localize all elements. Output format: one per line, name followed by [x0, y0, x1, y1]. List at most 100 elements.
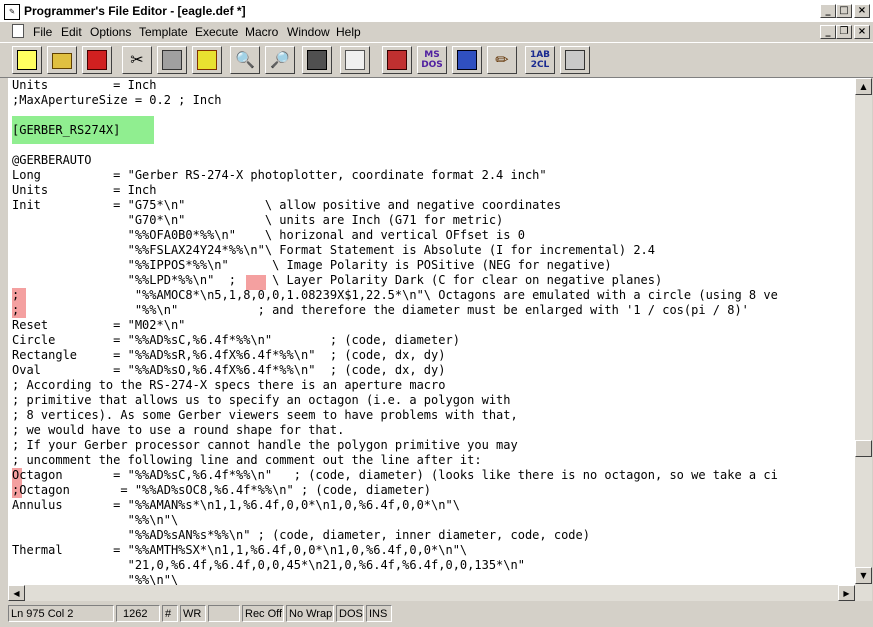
- save-button[interactable]: [82, 46, 112, 74]
- title-bar: ✎ Programmer's File Editor - [eagle.def …: [0, 0, 873, 23]
- code-line[interactable]: Oval = "%%AD%sO,%6.4fX%6.4f*%%\n" ; (cod…: [12, 363, 445, 378]
- code-line[interactable]: [GERBER_RS274X]: [12, 123, 120, 138]
- code-line[interactable]: ; uncomment the following line and comme…: [12, 453, 482, 468]
- status-rec: Rec Off: [242, 605, 284, 622]
- open-button[interactable]: [47, 46, 77, 74]
- code-line[interactable]: Octagon = "%%AD%sC,%6.4f*%%\n" ; (code, …: [12, 468, 778, 483]
- status-position: Ln 975 Col 2: [8, 605, 114, 622]
- scroll-right-icon[interactable]: ▶: [838, 585, 855, 601]
- vertical-scrollbar[interactable]: ▲ ▼: [855, 78, 872, 601]
- doc-close-button[interactable]: ×: [854, 25, 870, 39]
- code-line[interactable]: "%%\n"\: [12, 513, 179, 528]
- code-line[interactable]: "%%LPD*%%\n" ; \ Layer Polarity Dark (C …: [12, 273, 663, 288]
- status-count: 1262: [116, 605, 160, 622]
- maximize-button[interactable]: □: [836, 4, 852, 18]
- find-icon: 🔍: [235, 50, 255, 69]
- macro-record-button[interactable]: [382, 46, 412, 74]
- ms-dos-button[interactable]: MS DOS: [417, 46, 447, 74]
- macro-record-icon: [387, 50, 407, 70]
- status-dos: DOS: [336, 605, 364, 622]
- code-line[interactable]: ; If your Gerber processor cannot handle…: [12, 438, 518, 453]
- code-line[interactable]: "G70*\n" \ units are Inch (G71 for metri…: [12, 213, 504, 228]
- code-line[interactable]: ; we would have to use a round shape for…: [12, 423, 344, 438]
- cut-button[interactable]: ✂: [122, 46, 152, 74]
- ms-dos-icon: MS DOS: [421, 50, 443, 70]
- scroll-left-icon[interactable]: ◀: [8, 585, 25, 601]
- find-button[interactable]: 🔍: [230, 46, 260, 74]
- code-line[interactable]: ;Octagon = "%%AD%sOC8,%6.4f*%%\n" ; (cod…: [12, 483, 431, 498]
- tools-icon: ✏: [495, 50, 509, 69]
- calculator-icon: [457, 50, 477, 70]
- menu-options[interactable]: Options: [90, 25, 131, 39]
- minimize-button[interactable]: _: [820, 4, 836, 18]
- menu-template[interactable]: Template: [139, 25, 188, 39]
- code-line[interactable]: @GERBERAUTO: [12, 153, 91, 168]
- code-line[interactable]: ; primitive that allows us to specify an…: [12, 393, 511, 408]
- code-line[interactable]: "%%\n"\: [12, 573, 179, 585]
- code-line[interactable]: Annulus = "%%AMAN%s*\n1,1,%6.4f,0,0*\n1,…: [12, 498, 460, 513]
- scroll-down-icon[interactable]: ▼: [855, 567, 872, 584]
- doc-minimize-button[interactable]: _: [820, 25, 836, 39]
- case-convert-button[interactable]: 1AB 2CL: [525, 46, 555, 74]
- cut-icon: ✂: [130, 50, 144, 69]
- copy-button[interactable]: [157, 46, 187, 74]
- code-line[interactable]: ;MaxApertureSize = 0.2 ; Inch: [12, 93, 222, 108]
- code-line[interactable]: ; 8 vertices). As some Gerber viewers se…: [12, 408, 518, 423]
- code-line[interactable]: ; "%%\n" ; and therefore the diameter mu…: [12, 303, 749, 318]
- code-line[interactable]: "%%FSLAX24Y24*%%\n"\ Format Statement is…: [12, 243, 655, 258]
- horizontal-scrollbar[interactable]: ◀ ▶: [8, 585, 855, 601]
- paste-button[interactable]: [192, 46, 222, 74]
- editor-area[interactable]: Units = Inch ;MaxApertureSize = 0.2 ; Inc…: [8, 78, 855, 585]
- menu-help[interactable]: Help: [336, 25, 361, 39]
- code-line[interactable]: "%%AD%sAN%s*%%\n" ; (code, diameter, inn…: [12, 528, 590, 543]
- status-wrap: No Wrap: [286, 605, 334, 622]
- document-icon[interactable]: [12, 24, 24, 38]
- code-line[interactable]: Init = "G75*\n" \ allow positive and neg…: [12, 198, 561, 213]
- menu-macro[interactable]: Macro: [245, 25, 278, 39]
- code-line[interactable]: "%%IPPOS*%%\n" \ Image Polarity is POSit…: [12, 258, 612, 273]
- paste-icon: [197, 50, 217, 70]
- toolbar: ✂ 🔍 🔎 MS DOS ✏ 1AB 2CL: [0, 42, 873, 78]
- status-blank: [208, 605, 240, 622]
- status-hash: #: [162, 605, 178, 622]
- app-icon[interactable]: ✎: [4, 4, 20, 20]
- code-line[interactable]: Units = Inch: [12, 183, 157, 198]
- status-wr: WR: [180, 605, 206, 622]
- template-button[interactable]: [340, 46, 370, 74]
- code-line[interactable]: Thermal = "%%AMTH%SX*\n1,1,%6.4f,0,0*\n1…: [12, 543, 467, 558]
- copy-icon: [162, 50, 182, 70]
- code-line[interactable]: Circle = "%%AD%sC,%6.4f*%%\n" ; (code, d…: [12, 333, 460, 348]
- menu-execute[interactable]: Execute: [195, 25, 238, 39]
- code-line[interactable]: ; According to the RS-274-X specs there …: [12, 378, 445, 393]
- menu-file[interactable]: File: [33, 25, 52, 39]
- window-title: Programmer's File Editor - [eagle.def *]: [24, 4, 246, 18]
- code-line[interactable]: Long = "Gerber RS-274-X photoplotter, co…: [12, 168, 547, 183]
- code-line[interactable]: Units = Inch: [12, 78, 157, 93]
- menu-bar: File Edit Options Template Execute Macro…: [0, 22, 873, 42]
- open-folder-icon: [52, 53, 72, 69]
- code-line[interactable]: ; "%%AMOC8*\n5,1,8,0,0,1.08239X$1,22.5*\…: [12, 288, 778, 303]
- status-bar: Ln 975 Col 2 1262 # WR Rec Off No Wrap D…: [0, 602, 873, 627]
- code-line[interactable]: Rectangle = "%%AD%sR,%6.4fX%6.4f*%%\n" ;…: [12, 348, 445, 363]
- case-convert-icon: 1AB 2CL: [529, 50, 551, 70]
- close-button[interactable]: ×: [854, 4, 870, 18]
- calculator-button[interactable]: [452, 46, 482, 74]
- menu-edit[interactable]: Edit: [61, 25, 82, 39]
- menu-window[interactable]: Window: [287, 25, 330, 39]
- find-next-button[interactable]: 🔎: [265, 46, 295, 74]
- save-icon: [87, 50, 107, 70]
- doc-restore-button[interactable]: ❐: [836, 25, 852, 39]
- vertical-scroll-thumb[interactable]: [855, 440, 872, 457]
- tools-button[interactable]: ✏: [487, 46, 517, 74]
- code-line[interactable]: "21,0,%6.4f,%6.4f,0,0,45*\n21,0,%6.4f,%6…: [12, 558, 525, 573]
- new-file-button[interactable]: [12, 46, 42, 74]
- print-icon: [565, 50, 585, 70]
- template-icon: [345, 50, 365, 70]
- execute-icon: [307, 50, 327, 70]
- code-line[interactable]: "%%OFA0B0*%%\n" \ horizonal and vertical…: [12, 228, 525, 243]
- execute-button[interactable]: [302, 46, 332, 74]
- print-button[interactable]: [560, 46, 590, 74]
- code-line[interactable]: Reset = "M02*\n": [12, 318, 185, 333]
- status-ins: INS: [366, 605, 392, 622]
- scroll-up-icon[interactable]: ▲: [855, 78, 872, 95]
